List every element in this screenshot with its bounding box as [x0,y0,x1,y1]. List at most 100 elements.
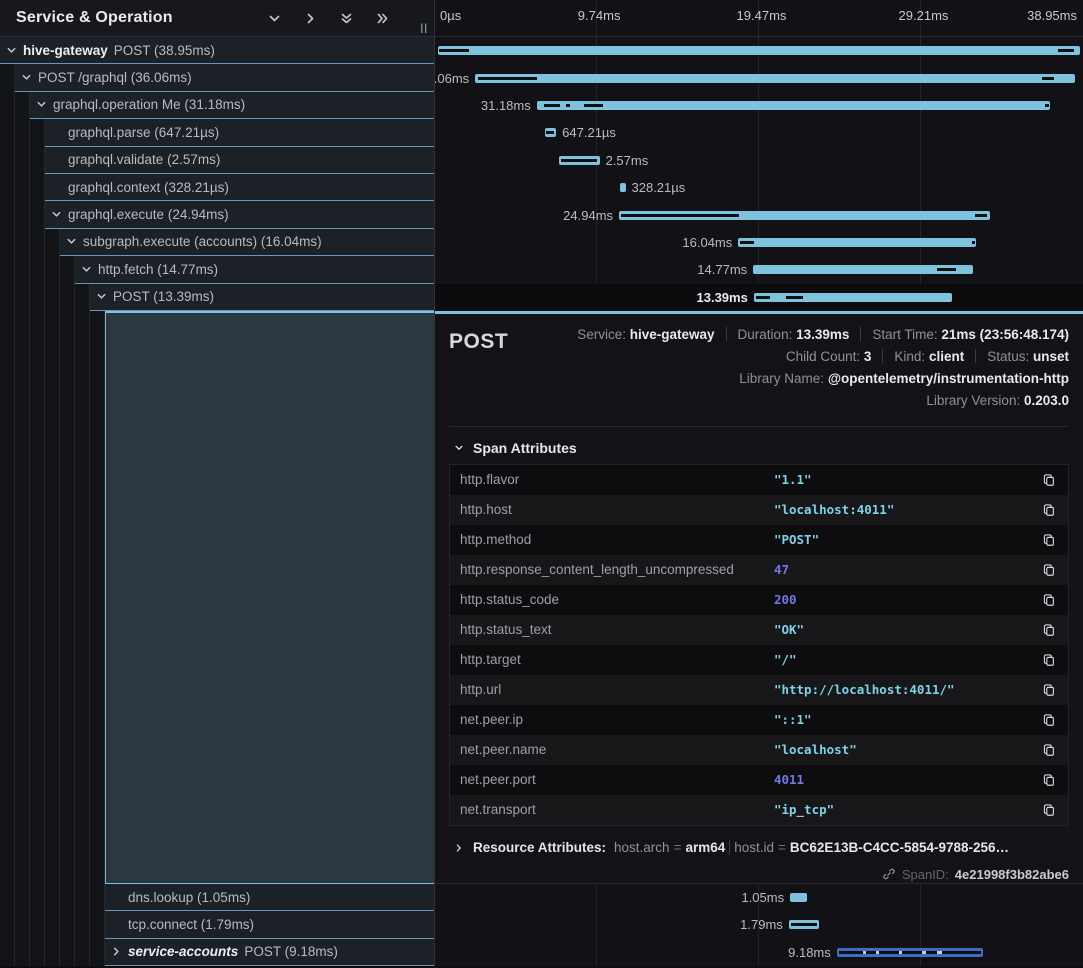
span-row[interactable]: tcp.connect (1.79ms)1.79ms [0,911,1083,938]
span-row[interactable]: graphql.context (328.21µs)328.21µs [0,174,1083,201]
span-duration-bar[interactable] [438,46,1081,55]
span-row[interactable]: subgraph.execute (accounts) (16.04ms)16.… [0,229,1083,256]
chevron-down-icon[interactable] [35,99,47,111]
span-name-cell[interactable]: service-accountsPOST (9.18ms) [0,939,435,966]
chevron-down-icon[interactable] [20,72,32,84]
span-row[interactable]: service-accountsPOST (9.18ms)9.18ms [0,939,1083,966]
span-row[interactable]: http.fetch (14.77ms)14.77ms [0,256,1083,283]
operation-label: graphql.operation Me (31.18ms) [53,97,245,112]
copy-icon[interactable] [1040,591,1058,609]
span-duration-bar[interactable] [537,101,1050,110]
span-timeline-cell[interactable]: 16.04ms [435,229,1083,256]
span-name[interactable]: POST (13.39ms) [90,284,434,311]
span-timeline-cell[interactable]: 2.57ms [435,147,1083,174]
span-name-cell[interactable]: POST (13.39ms) [0,284,435,311]
span-name-cell[interactable]: POST /graphql (36.06ms) [0,64,435,91]
resource-attributes-title[interactable]: Resource Attributes: [473,840,606,855]
copy-icon[interactable] [1040,501,1058,519]
copy-icon[interactable] [1040,801,1058,819]
link-icon[interactable] [882,867,896,881]
span-timeline-cell[interactable] [435,37,1083,64]
chevron-down-icon[interactable] [5,44,17,56]
span-row[interactable]: POST /graphql (36.06ms)36.06ms [0,64,1083,91]
span-row[interactable]: hive-gatewayPOST (38.95ms) [0,37,1083,64]
span-name-cell[interactable]: graphql.context (328.21µs) [0,174,435,201]
span-name-cell[interactable]: http.fetch (14.77ms) [0,256,435,283]
span-name[interactable]: graphql.operation Me (31.18ms) [30,92,434,119]
span-name[interactable]: subgraph.execute (accounts) (16.04ms) [60,229,434,256]
copy-icon[interactable] [1040,651,1058,669]
indent-guides [0,201,45,228]
span-timeline-cell[interactable]: 1.79ms [435,911,1083,938]
span-name[interactable]: hive-gatewayPOST (38.95ms) [0,37,434,64]
span-name[interactable]: http.fetch (14.77ms) [75,256,434,283]
copy-icon[interactable] [1040,741,1058,759]
meta-label: Duration: [738,327,797,342]
divider [860,327,861,341]
span-name-cell[interactable]: dns.lookup (1.05ms) [0,884,435,911]
span-timeline-cell[interactable]: 36.06ms [435,64,1083,91]
span-name[interactable]: graphql.parse (647.21µs) [45,119,434,146]
expand-all-icon[interactable] [374,10,390,26]
copy-icon[interactable] [1040,561,1058,579]
copy-icon[interactable] [1040,711,1058,729]
span-duration-bar[interactable] [754,293,952,302]
meta-label: Service: [577,327,630,342]
span-timeline-cell[interactable]: 1.05ms [435,884,1083,911]
span-name[interactable]: POST /graphql (36.06ms) [15,64,434,91]
duration-label: 13.39ms [697,284,748,311]
span-name[interactable]: graphql.validate (2.57ms) [45,147,434,174]
span-row[interactable]: POST (13.39ms) 13.39ms [0,284,1083,311]
expand-one-icon[interactable] [302,10,318,26]
resource-key: host.id [734,840,774,855]
child-span-marker [975,214,987,217]
span-row[interactable]: graphql.validate (2.57ms) 2.57ms [0,147,1083,174]
span-timeline-cell[interactable]: 24.94ms [435,201,1083,228]
span-name-cell[interactable]: graphql.validate (2.57ms) [0,147,435,174]
span-name-cell[interactable]: tcp.connect (1.79ms) [0,911,435,938]
copy-icon[interactable] [1040,771,1058,789]
chevron-down-icon [453,442,465,454]
chevron-down-icon[interactable] [80,263,92,275]
copy-icon[interactable] [1040,531,1058,549]
chevron-down-icon[interactable] [50,209,62,221]
span-name[interactable]: service-accountsPOST (9.18ms) [105,939,434,966]
span-name-cell[interactable]: graphql.operation Me (31.18ms) [0,92,435,119]
chevron-down-icon[interactable] [65,236,77,248]
span-name-cell[interactable]: hive-gatewayPOST (38.95ms) [0,37,435,64]
span-duration-bar[interactable] [475,74,1074,83]
span-timeline-cell[interactable]: 647.21µs [435,119,1083,146]
span-name-cell[interactable]: graphql.execute (24.94ms) [0,201,435,228]
span-name-cell[interactable]: graphql.parse (647.21µs) [0,119,435,146]
span-row[interactable]: dns.lookup (1.05ms)1.05ms [0,884,1083,911]
collapse-all-icon[interactable] [338,10,354,26]
copy-icon[interactable] [1040,471,1058,489]
chevron-right-icon[interactable] [110,946,122,958]
span-duration-bar[interactable] [620,183,626,192]
span-duration-bar[interactable] [738,238,976,247]
attribute-key: http.status_code [460,592,774,607]
span-timeline-cell[interactable]: 9.18ms [435,939,1083,966]
span-timeline-cell[interactable]: 13.39ms [435,284,1083,311]
span-row[interactable]: graphql.execute (24.94ms)24.94ms [0,201,1083,228]
chevron-down-icon[interactable] [95,291,107,303]
chevron-right-icon[interactable] [453,842,465,854]
span-name[interactable]: graphql.context (328.21µs) [45,174,434,201]
span-timeline-cell[interactable]: 14.77ms [435,256,1083,283]
copy-icon[interactable] [1040,681,1058,699]
span-name[interactable]: tcp.connect (1.79ms) [105,911,434,938]
span-name[interactable]: graphql.execute (24.94ms) [45,201,434,228]
column-resize-handle[interactable]: || [420,23,428,34]
collapse-one-icon[interactable] [266,10,282,26]
expanded-left [0,311,435,884]
span-row[interactable]: graphql.parse (647.21µs)647.21µs [0,119,1083,146]
span-row[interactable]: graphql.operation Me (31.18ms) 31.18ms [0,92,1083,119]
span-name[interactable]: dns.lookup (1.05ms) [105,884,434,911]
span-name-cell[interactable]: subgraph.execute (accounts) (16.04ms) [0,229,435,256]
span-attributes-toggle[interactable]: Span Attributes [453,440,1069,456]
span-timeline-cell[interactable]: 328.21µs [435,174,1083,201]
duration-label: 2.57ms [606,147,649,174]
span-duration-bar[interactable] [790,893,807,902]
span-timeline-cell[interactable]: 31.18ms [435,92,1083,119]
copy-icon[interactable] [1040,621,1058,639]
